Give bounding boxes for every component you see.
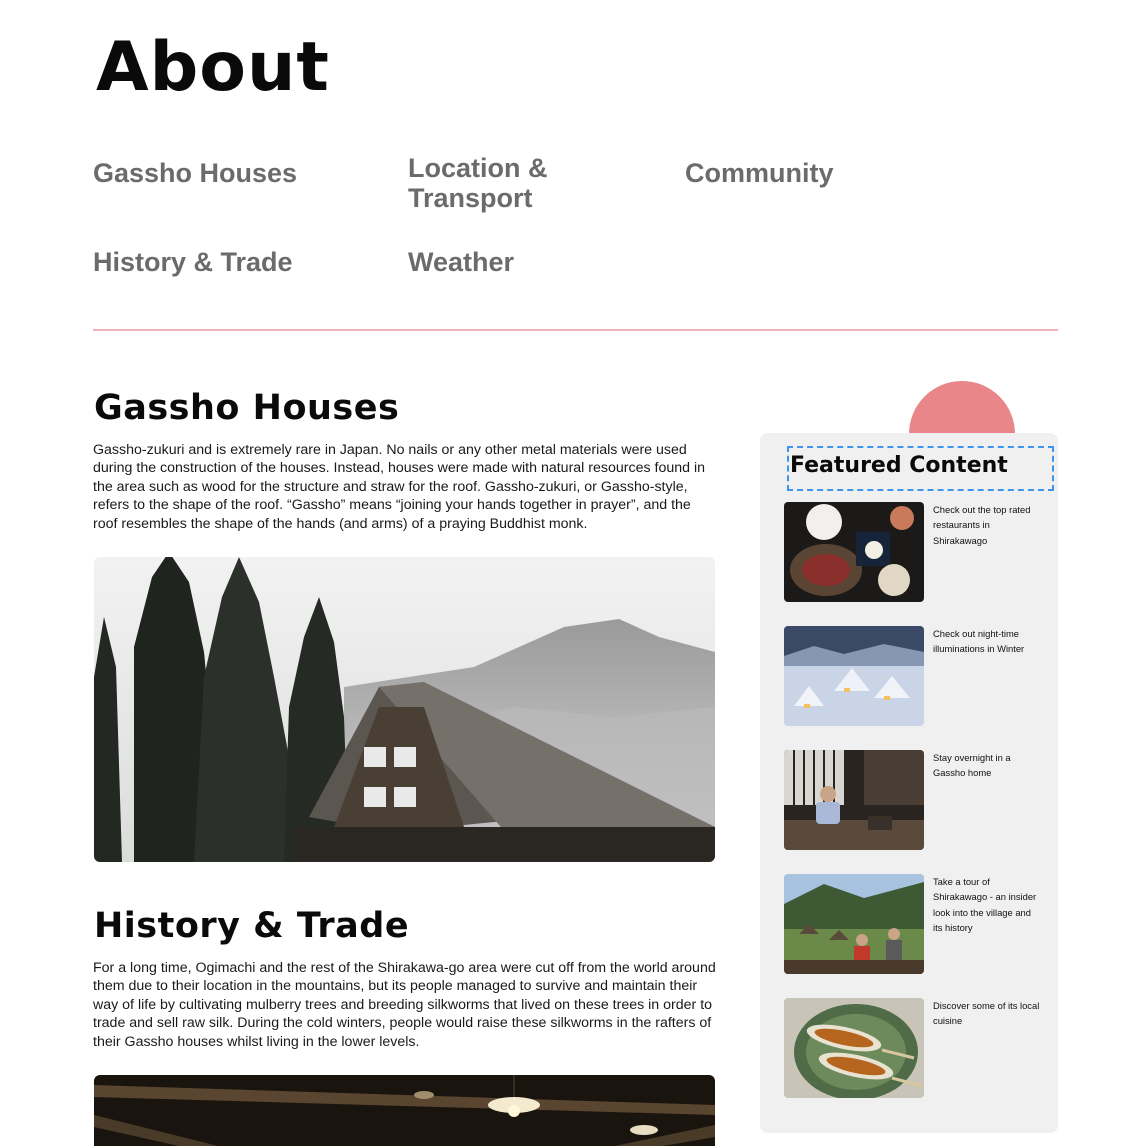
village-tour-thumbnail <box>784 874 924 974</box>
nav-link-gassho-houses[interactable]: Gassho Houses <box>93 158 297 188</box>
featured-item-restaurants[interactable]: Check out the top rated restaurants in S… <box>784 502 1044 602</box>
featured-item-village-tour[interactable]: Take a tour of Shirakawago - an insider … <box>784 874 1044 974</box>
winter-village-thumbnail <box>784 626 924 726</box>
nav-link-history-trade[interactable]: History & Trade <box>93 247 293 277</box>
restaurant-meal-thumbnail <box>784 502 924 602</box>
featured-item-stay-overnight[interactable]: Stay overnight in a Gassho home <box>784 750 1044 850</box>
local-cuisine-thumbnail <box>784 998 924 1098</box>
section-heading-gassho-houses: Gassho Houses <box>94 388 400 428</box>
gassho-house-photo <box>94 557 715 862</box>
featured-item-label: Take a tour of Shirakawago - an insider … <box>933 876 1037 933</box>
nav-link-weather[interactable]: Weather <box>408 247 514 277</box>
gassho-interior-photo <box>94 1075 715 1146</box>
featured-item-local-cuisine[interactable]: Discover some of its local cuisine <box>784 998 1044 1098</box>
featured-content-title: Featured Content <box>790 453 1008 478</box>
section-heading-history-trade: History & Trade <box>94 906 410 946</box>
section-divider <box>93 329 1058 331</box>
page-title: About <box>96 28 330 107</box>
featured-item-label: Stay overnight in a Gassho home <box>933 752 1011 779</box>
section-body-gassho-houses: Gassho-zukuri and is extremely rare in J… <box>93 442 706 532</box>
section-body-history-trade: For a long time, Ogimachi and the rest o… <box>93 960 716 1050</box>
featured-item-label: Check out the top rated restaurants in S… <box>933 504 1031 546</box>
gassho-stay-thumbnail <box>784 750 924 850</box>
nav-link-location-transport[interactable]: Location & Transport <box>408 153 608 213</box>
featured-item-label: Check out night-time illuminations in Wi… <box>933 628 1025 655</box>
featured-item-label: Discover some of its local cuisine <box>933 1000 1040 1027</box>
featured-item-winter-illuminations[interactable]: Check out night-time illuminations in Wi… <box>784 626 1044 726</box>
nav-link-community[interactable]: Community <box>685 158 834 188</box>
